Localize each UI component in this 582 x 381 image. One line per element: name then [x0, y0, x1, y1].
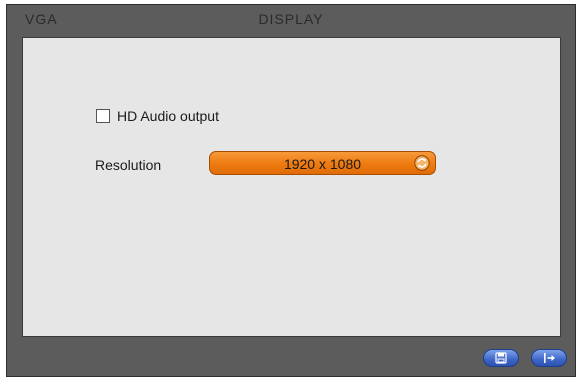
hd-audio-row[interactable]: HD Audio output [96, 108, 219, 124]
resolution-value: 1920 x 1080 [283, 156, 362, 172]
cycle-icon[interactable] [414, 155, 430, 171]
display-settings-window: DISPLAY VGA HD Audio output Resolution 1… [6, 4, 576, 377]
exit-button[interactable] [531, 349, 567, 367]
window-title: DISPLAY [258, 11, 324, 27]
resolution-select[interactable]: 1920 x 1080 [209, 151, 436, 175]
title-bar: DISPLAY VGA [7, 5, 575, 31]
hd-audio-label: HD Audio output [117, 108, 219, 124]
output-source-label: VGA [25, 11, 58, 27]
floppy-disk-icon [495, 352, 507, 364]
save-button[interactable] [483, 349, 519, 367]
hd-audio-checkbox[interactable] [96, 109, 110, 123]
resolution-label: Resolution [95, 157, 162, 173]
settings-panel: HD Audio output Resolution 1920 x 1080 [22, 37, 561, 337]
exit-arrow-icon [544, 353, 555, 363]
